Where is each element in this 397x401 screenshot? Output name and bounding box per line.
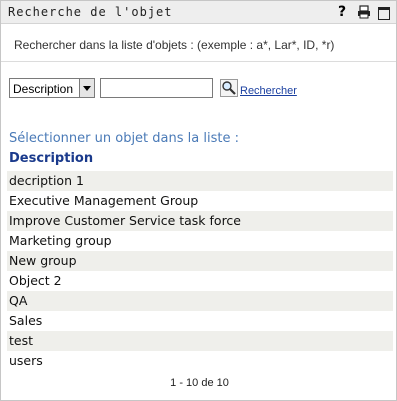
- window-title: Recherche de l'objet: [8, 5, 173, 19]
- search-button[interactable]: Rechercher: [220, 79, 300, 99]
- search-button-label[interactable]: Rechercher: [240, 85, 297, 97]
- list-item[interactable]: decription 1: [7, 171, 393, 191]
- list-item[interactable]: Executive Management Group: [7, 191, 393, 211]
- column-header-description[interactable]: Description: [9, 151, 93, 166]
- help-icon[interactable]: ?: [336, 4, 348, 20]
- list-item[interactable]: New group: [7, 251, 393, 271]
- list-item[interactable]: Object 2: [7, 271, 393, 291]
- divider: [1, 61, 396, 62]
- title-bar: Recherche de l'objet ?: [1, 1, 396, 24]
- print-icon[interactable]: [356, 4, 372, 20]
- attribute-select[interactable]: Description: [9, 78, 95, 98]
- list-item[interactable]: QA: [7, 291, 393, 311]
- list-item[interactable]: test: [7, 331, 393, 351]
- search-instructions: Rechercher dans la liste d'objets : (exe…: [14, 38, 335, 52]
- search-object-panel: Recherche de l'objet ? Rechercher dans l…: [0, 0, 397, 401]
- pagination-info: 1 - 10 de 10: [170, 377, 229, 389]
- maximize-icon[interactable]: [377, 4, 391, 20]
- list-title: Sélectionner un objet dans la liste :: [9, 131, 239, 146]
- object-list: decription 1 Executive Management Group …: [7, 171, 393, 371]
- chevron-down-icon[interactable]: [79, 79, 94, 97]
- list-item[interactable]: Sales: [7, 311, 393, 331]
- search-input[interactable]: [100, 78, 213, 98]
- list-item[interactable]: users: [7, 351, 393, 371]
- list-item[interactable]: Marketing group: [7, 231, 393, 251]
- attribute-select-value: Description: [13, 82, 74, 96]
- list-item[interactable]: Improve Customer Service task force: [7, 211, 393, 231]
- magnifier-icon[interactable]: [220, 79, 238, 97]
